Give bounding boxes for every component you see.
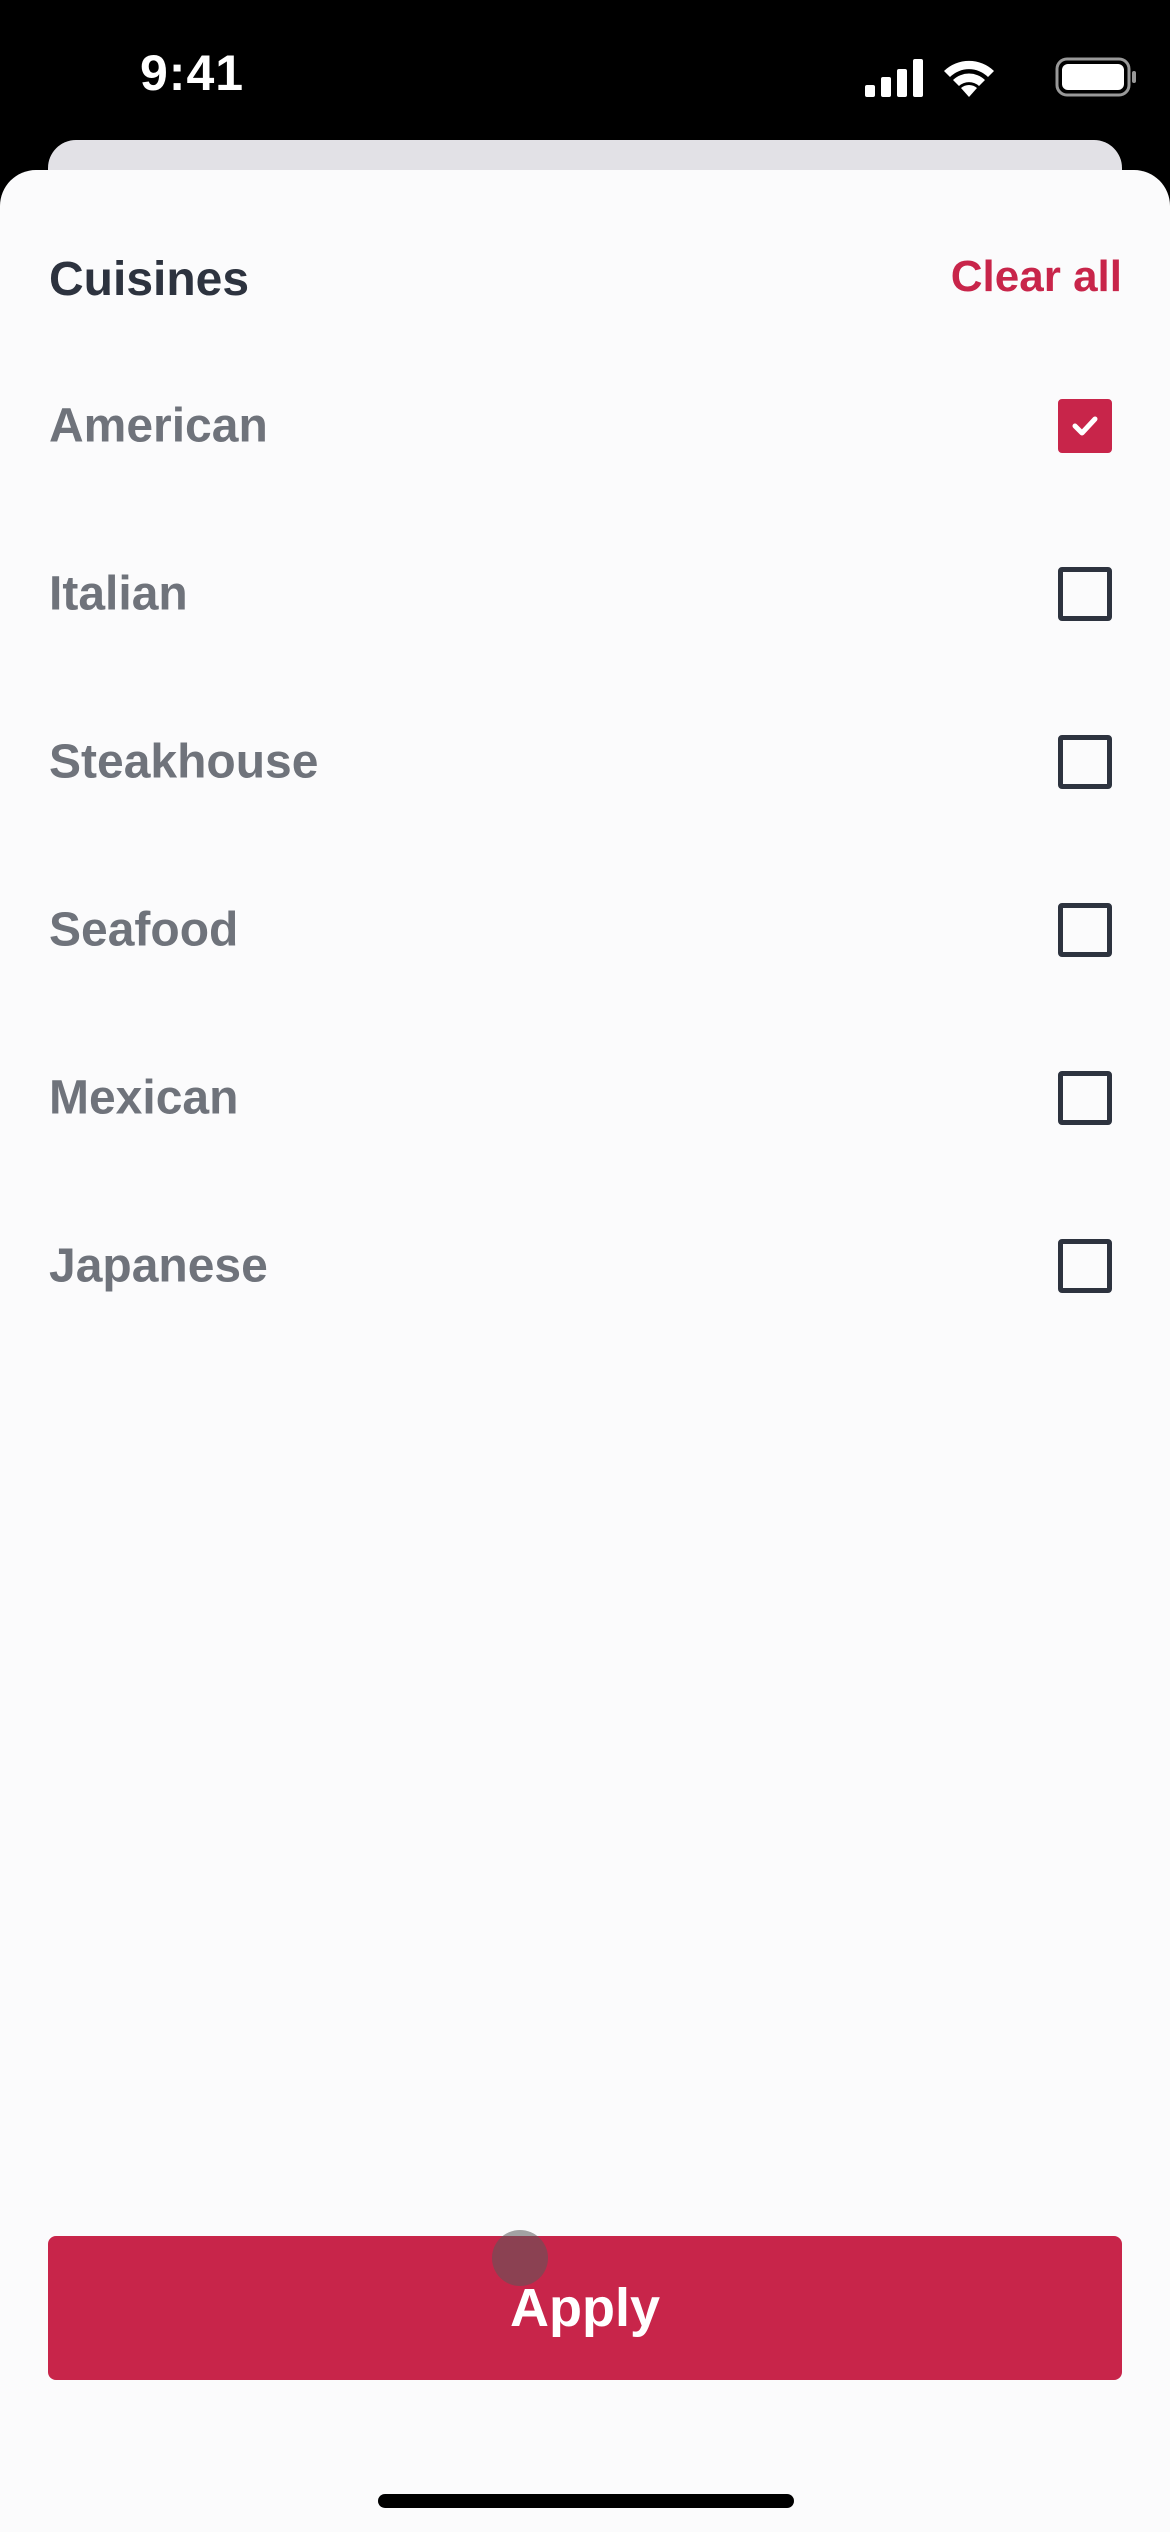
cuisine-label: Japanese bbox=[49, 1239, 268, 1293]
touch-indicator bbox=[492, 2230, 548, 2286]
cuisine-row[interactable]: Steakhouse bbox=[0, 678, 1170, 846]
signal-icon bbox=[865, 59, 923, 97]
battery-icon bbox=[1055, 57, 1136, 97]
cuisine-row[interactable]: American bbox=[0, 342, 1170, 510]
status-bar: 9:41 bbox=[0, 0, 1170, 160]
apply-button[interactable]: Apply bbox=[48, 2236, 1122, 2380]
apply-label: Apply bbox=[509, 2278, 660, 2338]
clear-all-button[interactable]: Clear all bbox=[951, 252, 1122, 302]
cuisine-checkbox[interactable] bbox=[1058, 1071, 1112, 1125]
cuisine-label: Steakhouse bbox=[49, 735, 319, 789]
cuisine-label: Italian bbox=[49, 567, 188, 621]
cuisine-row[interactable]: Seafood bbox=[0, 846, 1170, 1014]
home-indicator bbox=[378, 2494, 794, 2508]
sheet-title: Cuisines bbox=[49, 253, 250, 306]
cuisine-checkbox[interactable] bbox=[1058, 399, 1112, 453]
cuisines-sheet: Cuisines Clear all American Italian Steakh… bbox=[0, 170, 1170, 2532]
cuisine-checkbox[interactable] bbox=[1058, 903, 1112, 957]
cuisine-row[interactable]: Japanese bbox=[0, 1182, 1170, 1312]
cuisine-label: Seafood bbox=[49, 903, 239, 957]
cuisine-row[interactable]: Italian bbox=[0, 510, 1170, 678]
wifi-icon bbox=[944, 60, 994, 97]
cuisine-label: Mexican bbox=[49, 1071, 239, 1125]
checkmark-icon bbox=[1072, 416, 1098, 436]
status-time: 9:41 bbox=[140, 45, 245, 101]
cuisine-checkbox[interactable] bbox=[1058, 567, 1112, 621]
cuisine-label: American bbox=[49, 399, 268, 453]
cuisine-checkbox[interactable] bbox=[1058, 1239, 1112, 1293]
cuisine-list: American Italian Steakhouse Seafood Mexican J… bbox=[0, 342, 1170, 1312]
cuisine-checkbox[interactable] bbox=[1058, 735, 1112, 789]
cuisine-row[interactable]: Mexican bbox=[0, 1014, 1170, 1182]
